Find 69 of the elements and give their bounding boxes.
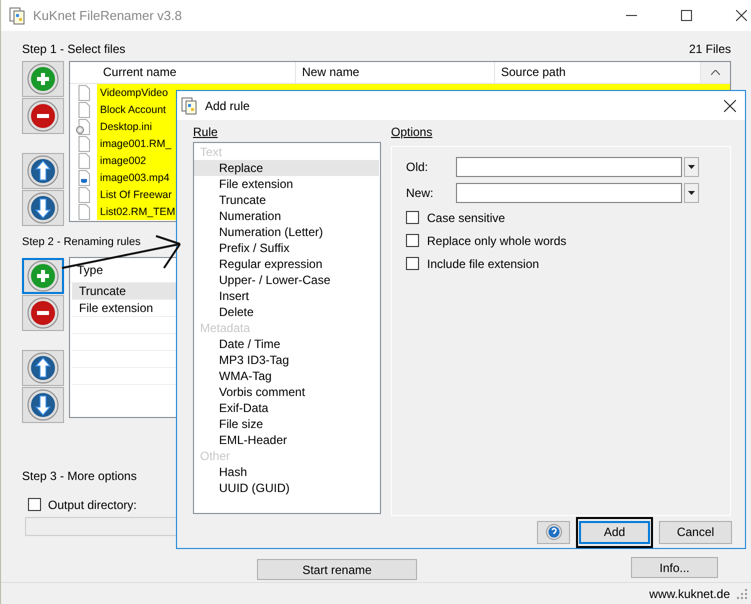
add-button[interactable] (22, 258, 64, 294)
dialog-title: Add rule (205, 98, 250, 112)
checkbox[interactable] (406, 234, 419, 247)
checkbox[interactable] (28, 498, 41, 511)
section-heading: Step 2 - Renaming rules (22, 236, 141, 250)
rule-item[interactable]: Upper- / Lower-Case (194, 272, 379, 288)
rule-item[interactable]: Truncate (194, 192, 379, 208)
checkbox-label: Case sensitive (427, 210, 506, 224)
rule-label: Rule (193, 124, 219, 140)
rule-item[interactable]: Vorbis comment (194, 384, 379, 400)
rule-item[interactable]: Hash (194, 464, 379, 480)
close-icon[interactable] (736, 10, 747, 21)
rule-item[interactable]: File size (194, 416, 379, 432)
info-button[interactable]: Info... (631, 557, 718, 578)
maximize-icon[interactable] (681, 10, 692, 21)
rule-item[interactable]: Numeration (Letter) (194, 224, 379, 240)
rule-item[interactable]: EML-Header (194, 432, 379, 448)
checkbox[interactable] (406, 211, 419, 224)
rule-item[interactable]: UUID (GUID) (194, 480, 379, 496)
help-icon (546, 524, 562, 540)
website-link[interactable]: www.kuknet.de (649, 586, 730, 600)
start-rename-button[interactable]: Start rename (257, 559, 417, 580)
minimize-icon[interactable] (626, 14, 637, 16)
field-label: Old: (406, 160, 430, 174)
rule-item[interactable]: MP3 ID3-Tag (194, 352, 379, 368)
file-count: 21 Files (688, 42, 731, 58)
rule-item[interactable]: Regular expression (194, 256, 379, 272)
rule-item[interactable]: Replace (194, 160, 379, 176)
rule-item[interactable]: File extension (194, 176, 379, 192)
down-button[interactable] (22, 387, 64, 423)
rule-item[interactable]: Numeration (194, 208, 379, 224)
options-label: Options (391, 124, 434, 140)
cancel-button[interactable]: Cancel (659, 520, 732, 544)
up-button[interactable] (22, 350, 64, 386)
rule-item[interactable]: Date / Time (194, 336, 379, 352)
scroll-up-icon[interactable] (711, 70, 720, 75)
remove-button[interactable] (22, 98, 64, 134)
column-header[interactable]: Type (77, 263, 104, 277)
checkbox-label: Include file extension (427, 256, 540, 270)
rule-item[interactable]: Prefix / Suffix (194, 240, 379, 256)
text-field[interactable] (456, 157, 682, 177)
section-heading: Step 1 - Select files (22, 42, 126, 58)
window-title: KuKnet FileRenamer v3.8 (33, 8, 182, 23)
file-name: VideompVideo (97, 86, 168, 98)
checkbox[interactable] (406, 257, 419, 270)
dropdown-button[interactable] (684, 183, 699, 203)
rule-item[interactable]: Delete (194, 304, 379, 320)
caret-icon (688, 191, 695, 195)
resize-grip-icon[interactable] (737, 588, 747, 598)
down-button[interactable] (22, 190, 64, 226)
column-header[interactable]: Current name (97, 62, 296, 83)
help-button[interactable] (537, 520, 570, 544)
rule-item[interactable]: Insert (194, 288, 379, 304)
add-button[interactable]: Add (579, 520, 650, 544)
checkbox-label: Replace only whole words (427, 234, 566, 248)
dropdown-button[interactable] (684, 157, 699, 177)
column-header[interactable]: New name (296, 62, 495, 83)
checkbox-label: Output directory: (48, 498, 137, 512)
app-icon (181, 96, 197, 114)
field-label: New: (406, 186, 434, 200)
rule-item[interactable]: WMA-Tag (194, 368, 379, 384)
add-button[interactable] (22, 61, 64, 97)
section-heading: Step 3 - More options (22, 469, 137, 485)
remove-button[interactable] (22, 295, 64, 331)
close-icon[interactable] (724, 100, 736, 112)
text-field[interactable] (456, 183, 682, 203)
up-button[interactable] (22, 153, 64, 189)
rule-item[interactable]: Exif-Data (194, 400, 379, 416)
app-icon (9, 6, 25, 24)
